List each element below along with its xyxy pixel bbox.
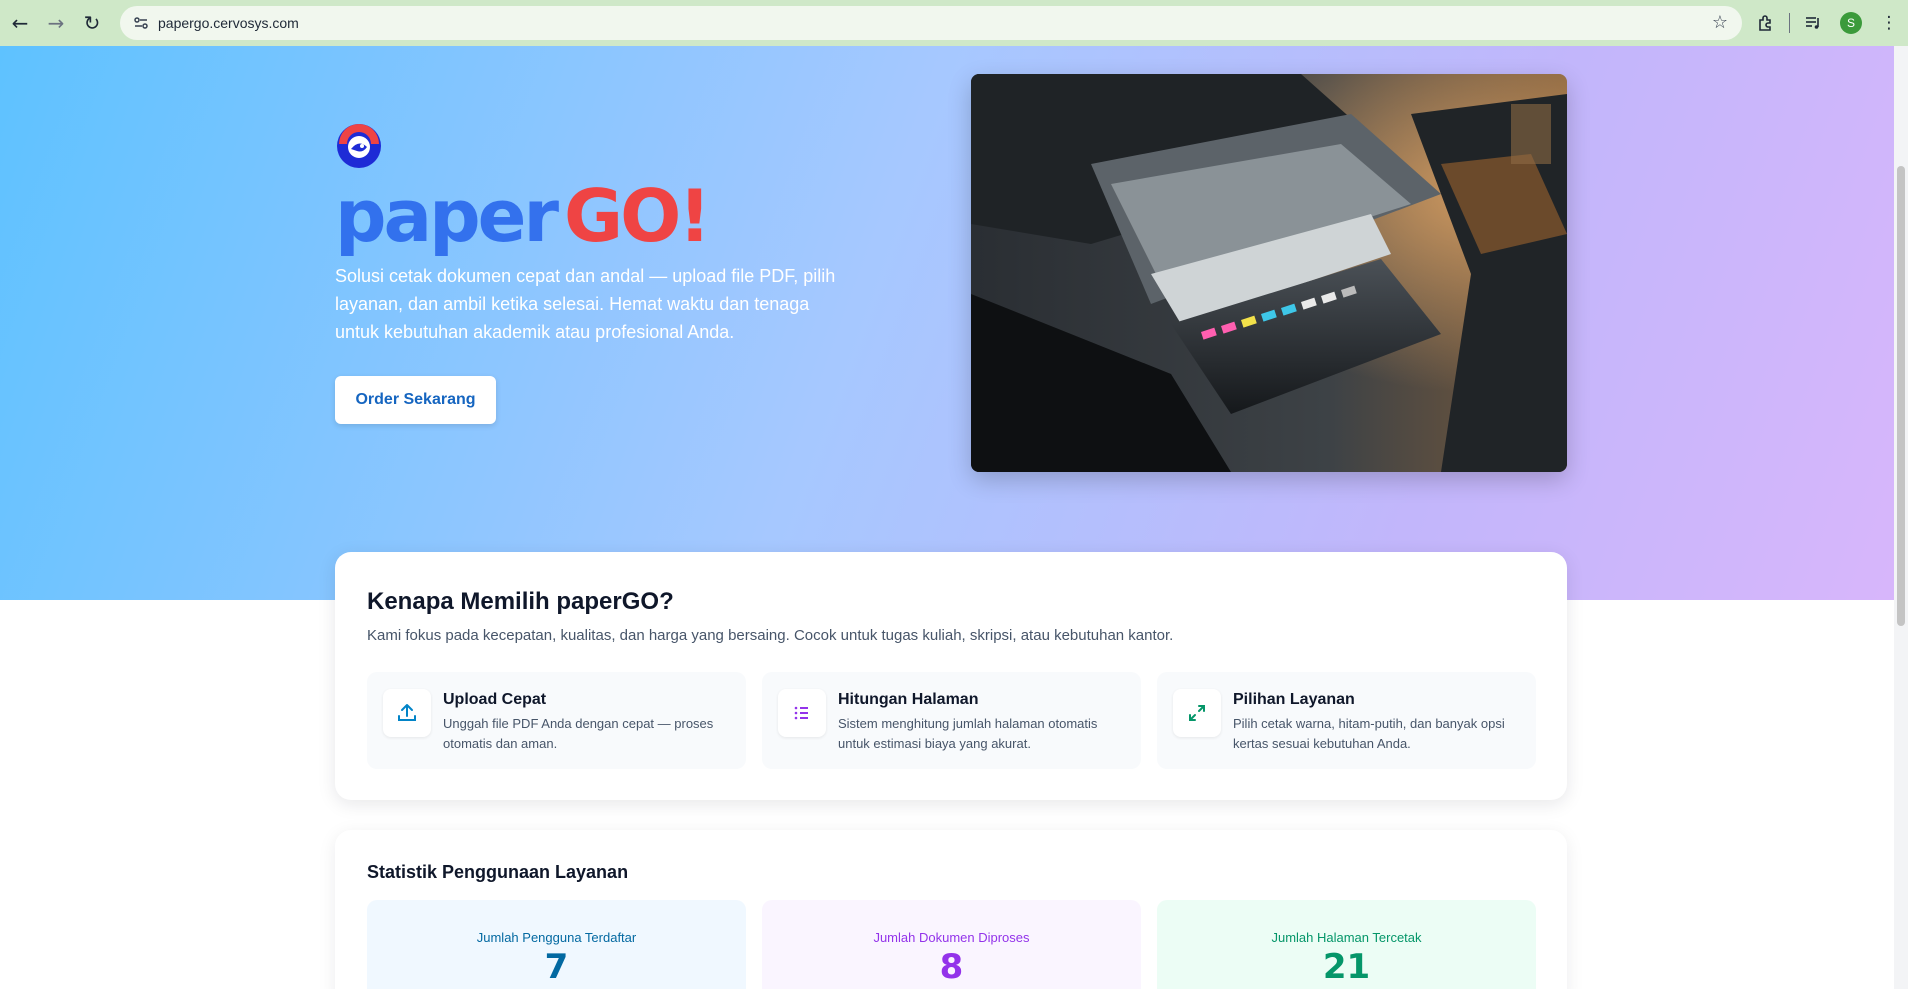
browser-toolbar: ← → ↻ papergo.cervosys.com ☆ S ⋮ <box>0 0 1908 46</box>
feature-pilihan-layanan: Pilihan Layanan Pilih cetak warna, hitam… <box>1157 672 1536 769</box>
stat-label: Jumlah Pengguna Terdaftar <box>476 930 637 945</box>
feature-upload-cepat: Upload Cepat Unggah file PDF Anda dengan… <box>367 672 746 769</box>
expand-icon <box>1173 689 1221 737</box>
reload-icon[interactable]: ↻ <box>74 5 110 41</box>
feature-hitungan-halaman: Hitungan Halaman Sistem menghitung jumla… <box>762 672 1141 769</box>
stat-documents-processed: Jumlah Dokumen Diproses 8 <box>762 900 1141 989</box>
profile-avatar[interactable]: S <box>1832 4 1870 42</box>
printer-illustration <box>971 74 1567 472</box>
site-info-icon[interactable] <box>128 10 154 36</box>
toolbar-divider <box>1789 13 1790 33</box>
why-choose-card: Kenapa Memilih paperGO? Kami fokus pada … <box>335 552 1567 800</box>
extensions-icon[interactable] <box>1747 4 1785 42</box>
scrollbar-thumb[interactable] <box>1897 166 1905 626</box>
menu-kebab-icon[interactable]: ⋮ <box>1870 4 1908 42</box>
why-subtitle: Kami fokus pada kecepatan, kualitas, dan… <box>367 627 1174 644</box>
address-bar[interactable]: papergo.cervosys.com ☆ <box>120 6 1742 40</box>
back-icon[interactable]: ← <box>2 5 38 41</box>
brand-wordmark: paper GO! <box>335 180 711 252</box>
profile-initial: S <box>1840 12 1862 34</box>
stats-title: Statistik Penggunaan Layanan <box>367 862 629 882</box>
usage-stats-card: Statistik Penggunaan Layanan Jumlah Peng… <box>335 830 1567 989</box>
printer-photo <box>971 74 1567 472</box>
brand-paper-text: paper <box>335 174 559 258</box>
feature-title: Pilihan Layanan <box>1233 691 1355 708</box>
feature-desc: Pilih cetak warna, hitam-putih, dan bany… <box>1233 716 1505 751</box>
upload-icon <box>383 689 431 737</box>
brand-go-text: GO! <box>564 174 711 258</box>
order-now-button[interactable]: Order Sekarang <box>335 376 496 424</box>
feature-title: Upload Cepat <box>443 691 547 708</box>
why-title: Kenapa Memilih paperGO? <box>367 588 674 615</box>
stat-registered-users: Jumlah Pengguna Terdaftar 7 <box>367 900 746 989</box>
papergo-logo-icon <box>337 124 381 168</box>
feature-title: Hitungan Halaman <box>838 691 979 708</box>
list-icon <box>778 689 826 737</box>
media-queue-icon[interactable] <box>1794 4 1832 42</box>
page-scrollbar[interactable] <box>1894 46 1908 989</box>
stat-pages-printed: Jumlah Halaman Tercetak 21 <box>1157 900 1536 989</box>
stat-value: 8 <box>939 947 964 987</box>
feature-desc: Sistem menghitung jumlah halaman otomati… <box>838 716 1098 751</box>
hero-section <box>0 46 1908 600</box>
forward-icon[interactable]: → <box>38 5 74 41</box>
stat-label: Jumlah Halaman Tercetak <box>1271 930 1422 945</box>
stat-label: Jumlah Dokumen Diproses <box>873 930 1030 945</box>
stat-value: 7 <box>544 947 569 987</box>
bookmark-star-icon[interactable]: ☆ <box>1712 12 1728 33</box>
feature-desc: Unggah file PDF Anda dengan cepat — pros… <box>443 716 714 751</box>
url-text[interactable]: papergo.cervosys.com <box>158 15 299 31</box>
hero-tagline: Solusi cetak dokumen cepat dan andal — u… <box>335 266 836 342</box>
stat-value: 21 <box>1322 947 1371 987</box>
